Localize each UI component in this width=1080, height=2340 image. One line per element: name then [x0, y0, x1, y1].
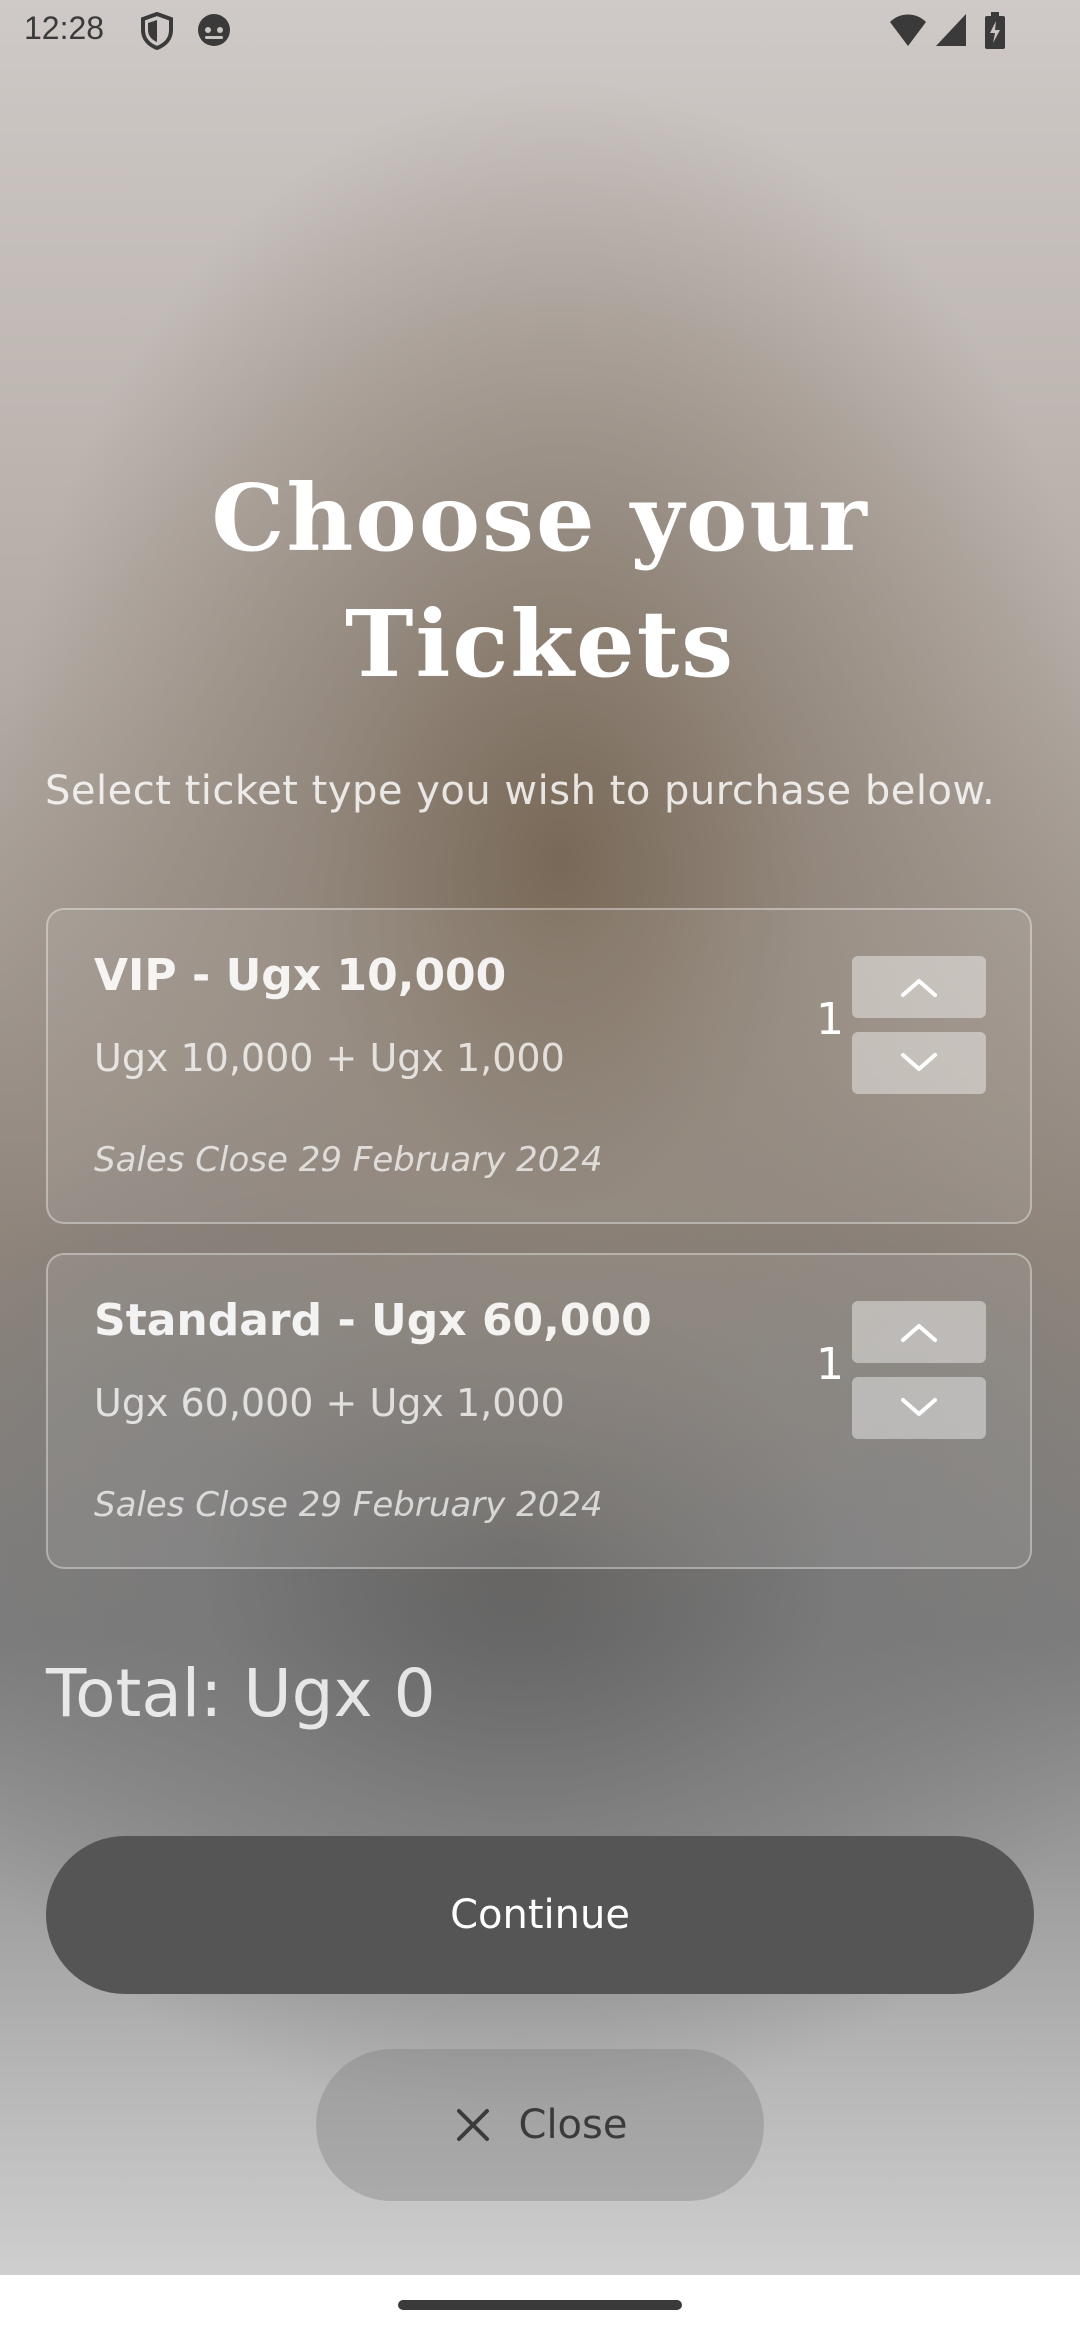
ticket-card-standard: Standard - Ugx 60,000 Ugx 60,000 + Ugx 1… — [46, 1253, 1032, 1569]
continue-button-label: Continue — [450, 1892, 630, 1938]
quantity-increment-button[interactable] — [852, 956, 986, 1018]
ticket-price-detail: Ugx 10,000 + Ugx 1,000 — [94, 1036, 565, 1080]
close-button-label: Close — [518, 2102, 628, 2148]
total-amount: Total: Ugx 0 — [46, 1655, 436, 1732]
close-icon — [456, 2109, 489, 2141]
quantity-decrement-button[interactable] — [852, 1377, 986, 1439]
chevron-up-icon — [901, 1324, 937, 1342]
page-title-line2: Tickets — [345, 590, 735, 698]
status-bar: 12:28 — [0, 0, 1080, 64]
wifi-icon — [888, 12, 928, 52]
status-time: 12:28 — [24, 10, 105, 46]
battery-charging-icon — [984, 12, 1006, 54]
ticket-price-detail: Ugx 60,000 + Ugx 1,000 — [94, 1381, 565, 1425]
home-indicator[interactable] — [398, 2300, 682, 2310]
ticket-name: Standard - Ugx 60,000 — [94, 1295, 652, 1346]
page-title: Choose your Tickets — [100, 455, 980, 707]
ticket-quantity: 1 — [816, 1339, 844, 1390]
chevron-down-icon — [901, 1398, 937, 1416]
signal-icon — [934, 12, 968, 52]
close-button[interactable]: Close — [316, 2049, 764, 2201]
chevron-down-icon — [901, 1053, 937, 1071]
ticket-name: VIP - Ugx 10,000 — [94, 950, 507, 1001]
ticket-card-vip: VIP - Ugx 10,000 Ugx 10,000 + Ugx 1,000 … — [46, 908, 1032, 1224]
ticket-sales-close: Sales Close 29 February 2024 — [94, 1485, 603, 1525]
continue-button[interactable]: Continue — [46, 1836, 1034, 1994]
ticket-quantity: 1 — [816, 994, 844, 1045]
quantity-decrement-button[interactable] — [852, 1032, 986, 1094]
page-subtitle: Select ticket type you wish to purchase … — [45, 768, 996, 814]
ticket-sales-close: Sales Close 29 February 2024 — [94, 1140, 603, 1180]
page-title-line1: Choose your — [211, 464, 869, 572]
quantity-increment-button[interactable] — [852, 1301, 986, 1363]
shield-icon — [140, 11, 174, 54]
chevron-up-icon — [901, 979, 937, 997]
android-face-icon — [196, 12, 232, 52]
